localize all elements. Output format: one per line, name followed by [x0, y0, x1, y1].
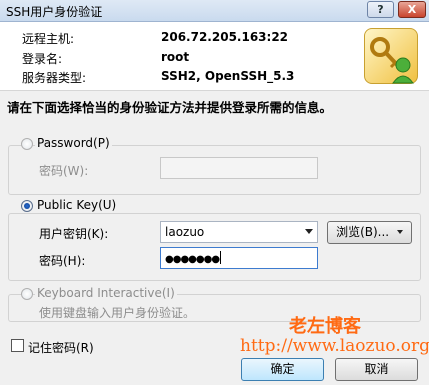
browse-button[interactable]: 浏览(B)...	[327, 221, 412, 244]
connection-info: 远程主机: 206.72.205.163:22 登录名: root 服务器类型:…	[0, 22, 429, 90]
remember-password-checkbox[interactable]	[11, 339, 24, 352]
keyboard-description: 使用键盘输入用户身份验证。	[39, 306, 196, 320]
login-label: 登录名:	[22, 52, 63, 66]
passphrase-input[interactable]: ●●●●●●●	[160, 247, 318, 269]
server-type-value: SSH2, OpenSSH_5.3	[161, 69, 295, 83]
publickey-radio-label: Public Key(U)	[35, 198, 119, 212]
password-input[interactable]	[160, 157, 318, 179]
user-key-value: laozuo	[165, 225, 205, 239]
instruction-text: 请在下面选择恰当的身份验证方法并提供登录所需的信息。	[7, 100, 333, 115]
text-caret	[220, 251, 222, 264]
close-button[interactable]: X	[398, 1, 426, 18]
keys-user-icon	[364, 28, 418, 84]
cancel-button[interactable]: 取消	[335, 358, 418, 381]
browse-button-label: 浏览(B)...	[336, 225, 390, 239]
keyboard-radio[interactable]	[21, 288, 33, 300]
title-bar: SSH用户身份验证 ? X	[0, 0, 429, 22]
help-button[interactable]: ?	[367, 1, 394, 18]
passphrase-value: ●●●●●●●	[165, 254, 220, 265]
host-label: 远程主机:	[22, 32, 75, 46]
window-title: SSH用户身份验证	[6, 5, 103, 19]
keyboard-radio-label: Keyboard Interactive(I)	[35, 286, 177, 300]
chevron-down-icon	[305, 229, 313, 234]
user-key-select[interactable]: laozuo	[160, 221, 318, 243]
user-key-label: 用户密钥(K):	[39, 227, 109, 241]
publickey-radio[interactable]	[21, 200, 33, 212]
watermark-url: http://www.laozuo.org	[240, 336, 429, 356]
ok-button[interactable]: 确定	[241, 358, 324, 381]
password-radio[interactable]	[21, 138, 33, 150]
login-value: root	[161, 50, 190, 64]
password-radio-label: Password(P)	[35, 136, 112, 150]
browse-dropdown-icon	[396, 230, 403, 234]
password-field-label: 密码(W):	[39, 164, 89, 178]
passphrase-label: 密码(H):	[39, 254, 86, 268]
watermark-name: 老左博客	[289, 316, 361, 337]
remember-password-label: 记住密码(R)	[28, 341, 94, 355]
host-value: 206.72.205.163:22	[161, 30, 289, 44]
server-type-label: 服务器类型:	[22, 71, 87, 85]
dialog-body: 请在下面选择恰当的身份验证方法并提供登录所需的信息。 Password(P) 密…	[0, 90, 429, 385]
